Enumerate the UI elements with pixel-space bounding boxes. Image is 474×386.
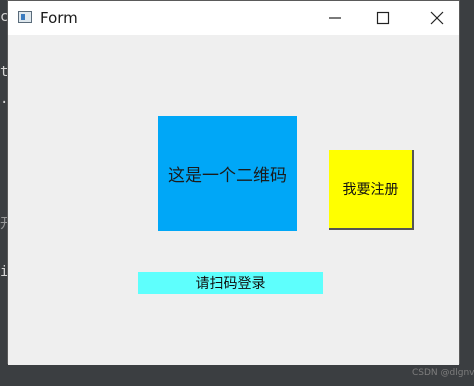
- minimize-button[interactable]: [312, 1, 358, 35]
- form-content: 这是一个二维码 我要注册 请扫码登录: [8, 35, 459, 365]
- minimize-icon: [329, 17, 341, 19]
- register-button-label: 我要注册: [342, 182, 399, 198]
- maximize-button[interactable]: [360, 1, 406, 35]
- title-bar[interactable]: Form: [8, 1, 459, 35]
- scan-login-text: 请扫码登录: [195, 276, 266, 292]
- qr-code-placeholder: 这是一个二维码: [158, 116, 297, 231]
- register-button[interactable]: 我要注册: [329, 150, 414, 230]
- close-button[interactable]: [414, 1, 460, 35]
- app-icon: [18, 11, 32, 23]
- maximize-icon: [376, 11, 390, 25]
- close-icon: [430, 11, 444, 25]
- scan-login-label: 请扫码登录: [138, 272, 323, 294]
- window-title: Form: [40, 9, 78, 27]
- form-window: Form 这是一个二维码 我要注册 请扫码登录: [7, 0, 460, 365]
- qr-placeholder-label: 这是一个二维码: [168, 166, 287, 186]
- watermark: CSDN @dlgnve: [412, 368, 474, 378]
